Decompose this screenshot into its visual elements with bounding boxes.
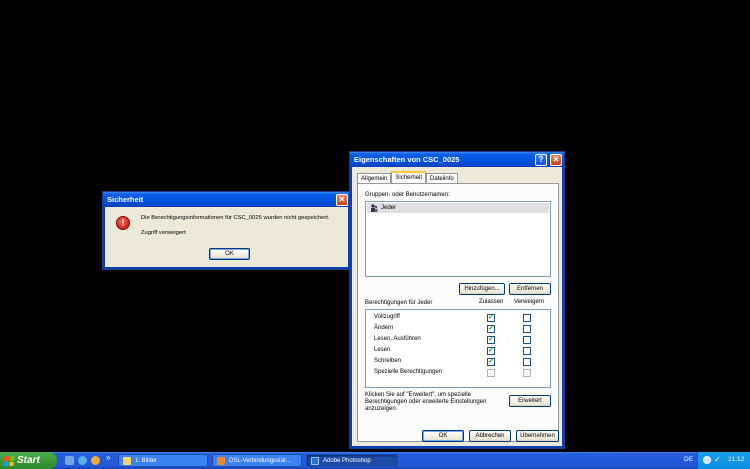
media-player-icon[interactable] [91, 456, 100, 465]
users-listbox[interactable]: Jeder [365, 201, 551, 277]
apply-button[interactable]: Übernehmen [516, 430, 559, 442]
ok-button[interactable]: OK [422, 430, 464, 442]
groups-label: Gruppen- oder Benutzernamen: [365, 192, 450, 198]
taskbar-button-dsl[interactable]: DSL-Verbindungsstat... [212, 454, 302, 467]
deny-checkbox-schreiben[interactable] [523, 358, 531, 366]
security-error-dialog: Sicherheit ✕ ! Die Berechtigungsinformat… [103, 192, 350, 269]
tab-strip: Allgemein Sicherheit Dateiinfo [357, 171, 458, 183]
advanced-hint-line-1: Klicken Sie auf "Erweitert", um speziell… [365, 392, 471, 398]
deny-checkbox-vollzugriff[interactable] [523, 314, 531, 322]
properties-dialog-titlebar[interactable]: Eigenschaften von CSC_0025 ? ✕ [350, 152, 564, 167]
system-tray: ✓ 21:12 [697, 452, 750, 469]
allow-checkbox-lesen-ausfuehren[interactable]: ✓ [487, 336, 495, 344]
allow-header: Zulassen [479, 299, 504, 305]
error-icon: ! [116, 216, 130, 230]
allow-checkbox-spezielle [487, 369, 495, 377]
network-icon [217, 456, 225, 465]
remove-button[interactable]: Entfernen [509, 283, 551, 295]
security-dialog-title: Sicherheit [107, 195, 144, 204]
network-status-icon[interactable] [703, 456, 711, 464]
start-label: Start [17, 455, 40, 466]
photoshop-icon [311, 456, 319, 465]
advanced-hint-line-2: Berechtigungen oder erweiterte Einstellu… [365, 399, 487, 405]
windows-logo-icon [3, 455, 15, 466]
allow-checkbox-vollzugriff[interactable]: ✓ [487, 314, 495, 322]
taskbar-button-label: Adobe Photoshop [323, 457, 371, 464]
permission-label: Spezielle Berechtigungen [374, 369, 443, 375]
deny-header: Verweigern [514, 299, 545, 305]
tab-dateiinfo[interactable]: Dateiinfo [426, 173, 458, 183]
permission-label: Lesen [374, 347, 391, 353]
error-detail: Zugriff verweigert [141, 230, 186, 236]
clock[interactable]: 21:12 [728, 456, 744, 463]
tab-sicherheit[interactable]: Sicherheit [391, 171, 427, 183]
ok-button[interactable]: OK [209, 248, 250, 260]
taskbar: Start » 1: Bilder DSL-Verbindungsstat...… [0, 452, 750, 469]
deny-checkbox-spezielle [523, 369, 531, 377]
security-tab-panel: Gruppen- oder Benutzernamen: Jeder Hinzu… [357, 183, 559, 442]
cancel-button[interactable]: Abbrechen [469, 430, 511, 442]
close-icon[interactable]: ✕ [550, 153, 562, 166]
close-icon[interactable]: ✕ [336, 193, 348, 206]
volume-icon[interactable]: ✓ [714, 455, 721, 464]
language-indicator[interactable]: DE [684, 456, 693, 463]
security-dialog-titlebar[interactable]: Sicherheit ✕ [103, 192, 350, 207]
taskbar-button-label: DSL-Verbindungsstat... [229, 457, 291, 464]
allow-checkbox-lesen[interactable]: ✓ [487, 347, 495, 355]
permission-label: Lesen, Ausführen [374, 336, 421, 342]
folder-icon [123, 456, 131, 465]
taskbar-button-bilder[interactable]: 1: Bilder [118, 454, 208, 467]
add-button[interactable]: Hinzufügen... [459, 283, 505, 295]
allow-checkbox-aendern[interactable]: ✓ [487, 325, 495, 333]
list-item-label: Jeder [381, 204, 397, 211]
properties-dialog: Eigenschaften von CSC_0025 ? ✕ Allgemein… [350, 152, 564, 448]
advanced-hint-line-3: anzuzeigen. [365, 406, 398, 412]
quicklaunch-more-icon[interactable]: » [106, 453, 110, 462]
permission-label: Ändern [374, 325, 394, 331]
tab-allgemein[interactable]: Allgemein [357, 173, 392, 183]
permissions-for-label: Berechtigungen für Jeder [365, 300, 433, 306]
error-message: Die Berechtigungsinformationen für CSC_0… [141, 215, 330, 221]
allow-checkbox-schreiben[interactable]: ✓ [487, 358, 495, 366]
help-icon[interactable]: ? [534, 153, 547, 166]
list-item-jeder[interactable]: Jeder [367, 203, 549, 213]
deny-checkbox-lesen[interactable] [523, 347, 531, 355]
users-icon [370, 204, 378, 212]
permissions-list: Vollzugriff ✓ Ändern ✓ Lesen, Ausführen … [365, 309, 551, 388]
deny-checkbox-lesen-ausfuehren[interactable] [523, 336, 531, 344]
properties-dialog-title: Eigenschaften von CSC_0025 [354, 155, 460, 164]
start-button[interactable]: Start [0, 452, 57, 469]
show-desktop-icon[interactable] [65, 456, 74, 465]
taskbar-button-label: 1: Bilder [135, 457, 158, 464]
deny-checkbox-aendern[interactable] [523, 325, 531, 333]
browser-icon[interactable] [78, 456, 87, 465]
permission-label: Vollzugriff [374, 314, 400, 320]
advanced-button[interactable]: Erweitert [509, 395, 551, 407]
taskbar-button-photoshop[interactable]: Adobe Photoshop [306, 454, 398, 467]
permission-label: Schreiben [374, 358, 402, 364]
